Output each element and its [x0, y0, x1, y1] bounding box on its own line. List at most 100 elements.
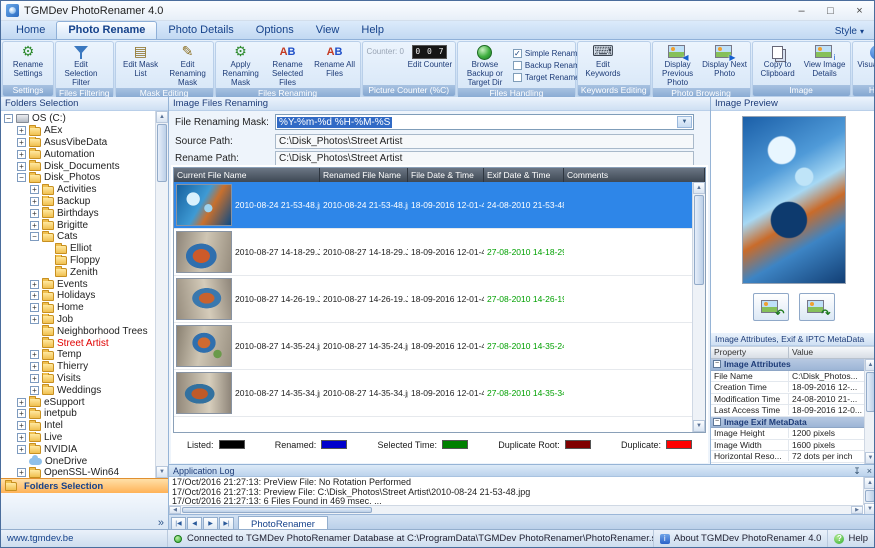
scroll-thumb[interactable]: [866, 372, 875, 412]
tree-expander-icon[interactable]: +: [17, 398, 26, 407]
scroll-track[interactable]: [865, 413, 875, 452]
rename-path-field[interactable]: C:\Disk_Photos\Street Artist: [275, 151, 694, 166]
scroll-track[interactable]: [693, 286, 705, 420]
tree-item-temp[interactable]: +Temp: [1, 349, 155, 361]
close-log-icon[interactable]: ×: [867, 466, 872, 476]
tree-item-holidays[interactable]: +Holidays: [1, 290, 155, 302]
scroll-thumb[interactable]: [865, 490, 875, 502]
tree-expander-icon[interactable]: +: [17, 468, 26, 477]
tree-expander-icon[interactable]: +: [30, 221, 39, 230]
tree-item-floppy[interactable]: Floppy: [1, 255, 155, 267]
tree-item-disk-photos[interactable]: −Disk_Photos: [1, 172, 155, 184]
tree-item-esupport[interactable]: +eSupport: [1, 396, 155, 408]
folder-tree-scrollbar[interactable]: ▲ ▼: [155, 111, 168, 478]
scroll-thumb[interactable]: [694, 195, 704, 285]
file-row-2010-08-24-21-53-48-jpg[interactable]: 2010-08-24 21-53-48.jpg2010-08-24 21-53-…: [174, 182, 692, 229]
column-header-file-date-time[interactable]: File Date & Time: [408, 168, 484, 182]
tab-photo-rename[interactable]: Photo Rename: [56, 21, 157, 39]
visual-help-button[interactable]: ?Visual Help: [855, 43, 875, 85]
tree-item-weddings[interactable]: +Weddings: [1, 384, 155, 396]
edit-counter-button[interactable]: 0 0 7Edit Counter: [407, 43, 453, 85]
metadata-row-horizontal-reso[interactable]: Horizontal Reso...72 dots per inch: [711, 451, 864, 463]
combo-dropdown-icon[interactable]: ▼: [677, 116, 692, 128]
tree-expander-icon[interactable]: −: [17, 173, 26, 182]
file-row-2010-08-27-14-35-24-jpg[interactable]: 2010-08-27 14-35-24.jpg2010-08-27 14-35-…: [174, 323, 692, 370]
value-column-header[interactable]: Value: [789, 347, 875, 358]
close-button[interactable]: ×: [845, 1, 874, 20]
chevron-more-icon[interactable]: »: [158, 517, 164, 529]
tree-item-activities[interactable]: +Activities: [1, 184, 155, 196]
folders-selection-dock-button[interactable]: Folders Selection: [1, 478, 168, 493]
display-next-photo-button[interactable]: ▶Display Next Photo: [702, 43, 748, 88]
website-link[interactable]: www.tgmdev.be: [1, 530, 168, 547]
tree-expander-icon[interactable]: +: [30, 291, 39, 300]
tree-item-zenith[interactable]: Zenith: [1, 266, 155, 278]
tree-expander-icon[interactable]: +: [17, 421, 26, 430]
tree-item-asusvibedata[interactable]: +AsusVibeData: [1, 137, 155, 149]
metadata-row-last-access-time[interactable]: Last Access Time18-09-2016 12-0...: [711, 405, 864, 417]
scroll-left-icon[interactable]: ◀: [169, 506, 181, 514]
tree-item-live[interactable]: +Live: [1, 432, 155, 444]
tab-help[interactable]: Help: [350, 22, 395, 39]
tree-item-home[interactable]: +Home: [1, 302, 155, 314]
metadata-row-file-name[interactable]: File NameC:\Disk_Photos...: [711, 371, 864, 383]
scroll-down-icon[interactable]: ▼: [156, 466, 168, 478]
display-previous-photo-button[interactable]: ◀Display Previous Photo: [655, 43, 701, 88]
maximize-button[interactable]: □: [816, 1, 845, 20]
collapse-icon[interactable]: −: [713, 360, 721, 368]
property-column-header[interactable]: Property: [711, 347, 789, 358]
tree-item-intel[interactable]: +Intel: [1, 420, 155, 432]
tree-item-aex[interactable]: +AEx: [1, 125, 155, 137]
tree-expander-icon[interactable]: +: [30, 315, 39, 324]
tree-expander-icon[interactable]: −: [30, 232, 39, 241]
tree-item-automation[interactable]: +Automation: [1, 148, 155, 160]
tree-expander-icon[interactable]: +: [30, 350, 39, 359]
tree-item-openssl-win64[interactable]: +OpenSSL-Win64: [1, 467, 155, 478]
tree-expander-icon[interactable]: +: [30, 386, 39, 395]
scroll-right-icon[interactable]: ▶: [851, 506, 863, 514]
rotate-right-button[interactable]: ↷: [799, 293, 835, 321]
tree-expander-icon[interactable]: +: [30, 303, 39, 312]
tree-item-neighborhood-trees[interactable]: Neighborhood Trees: [1, 325, 155, 337]
tree-expander-icon[interactable]: +: [30, 374, 39, 383]
scroll-thumb[interactable]: [157, 124, 167, 182]
tab-options[interactable]: Options: [245, 22, 305, 39]
scroll-up-icon[interactable]: ▲: [693, 182, 705, 194]
file-table-scrollbar[interactable]: ▲ ▼: [692, 182, 705, 432]
scroll-down-icon[interactable]: ▼: [865, 452, 875, 464]
edit-selection-filter-button[interactable]: Edit Selection Filter: [58, 43, 104, 88]
tree-expander-icon[interactable]: +: [30, 280, 39, 289]
tree-expander-icon[interactable]: +: [30, 185, 39, 194]
rotate-left-button[interactable]: ↶: [753, 293, 789, 321]
tree-item-visits[interactable]: +Visits: [1, 373, 155, 385]
style-menu[interactable]: Style ▾: [829, 26, 870, 39]
collapse-icon[interactable]: −: [713, 418, 721, 426]
rename-settings-button[interactable]: ⚙Rename Settings: [5, 43, 51, 85]
scroll-up-icon[interactable]: ▲: [865, 359, 875, 371]
tree-item-inetpub[interactable]: +inetpub: [1, 408, 155, 420]
edit-renaming-mask-button[interactable]: ✎Edit Renaming Mask: [165, 43, 211, 88]
tree-expander-icon[interactable]: −: [4, 114, 13, 123]
metadata-row-image-height[interactable]: Image Height1200 pixels: [711, 428, 864, 440]
scroll-up-icon[interactable]: ▲: [156, 111, 168, 123]
file-renaming-mask-combo[interactable]: %Y-%m-%d %H-%M-%S ▼: [275, 114, 694, 130]
edit-keywords-button[interactable]: ⌨Edit Keywords: [580, 43, 626, 85]
file-row-2010-08-27-14-26-19-jpg[interactable]: 2010-08-27 14-26-19.JPG2010-08-27 14-26-…: [174, 276, 692, 323]
tree-expander-icon[interactable]: +: [30, 197, 39, 206]
tree-item-thierry[interactable]: +Thierry: [1, 361, 155, 373]
about-button[interactable]: i About TGMDev PhotoRenamer 4.0: [654, 530, 829, 547]
metadata-scrollbar[interactable]: ▲ ▼: [864, 359, 875, 464]
tree-expander-icon[interactable]: +: [17, 138, 26, 147]
column-header-comments[interactable]: Comments: [564, 168, 705, 182]
tree-item-birthdays[interactable]: +Birthdays: [1, 207, 155, 219]
tree-item-onedrive[interactable]: OneDrive: [1, 455, 155, 467]
scroll-down-icon[interactable]: ▼: [693, 420, 705, 432]
tree-expander-icon[interactable]: +: [17, 162, 26, 171]
minimize-button[interactable]: –: [787, 1, 816, 20]
column-header-exif-date-time[interactable]: Exif Date & Time: [484, 168, 564, 182]
scroll-up-icon[interactable]: ▲: [864, 477, 875, 489]
scroll-track[interactable]: [373, 506, 851, 514]
pin-icon[interactable]: ↧: [853, 466, 861, 476]
log-horizontal-scrollbar[interactable]: ◀ ▶: [169, 505, 863, 514]
tree-item-backup[interactable]: +Backup: [1, 196, 155, 208]
